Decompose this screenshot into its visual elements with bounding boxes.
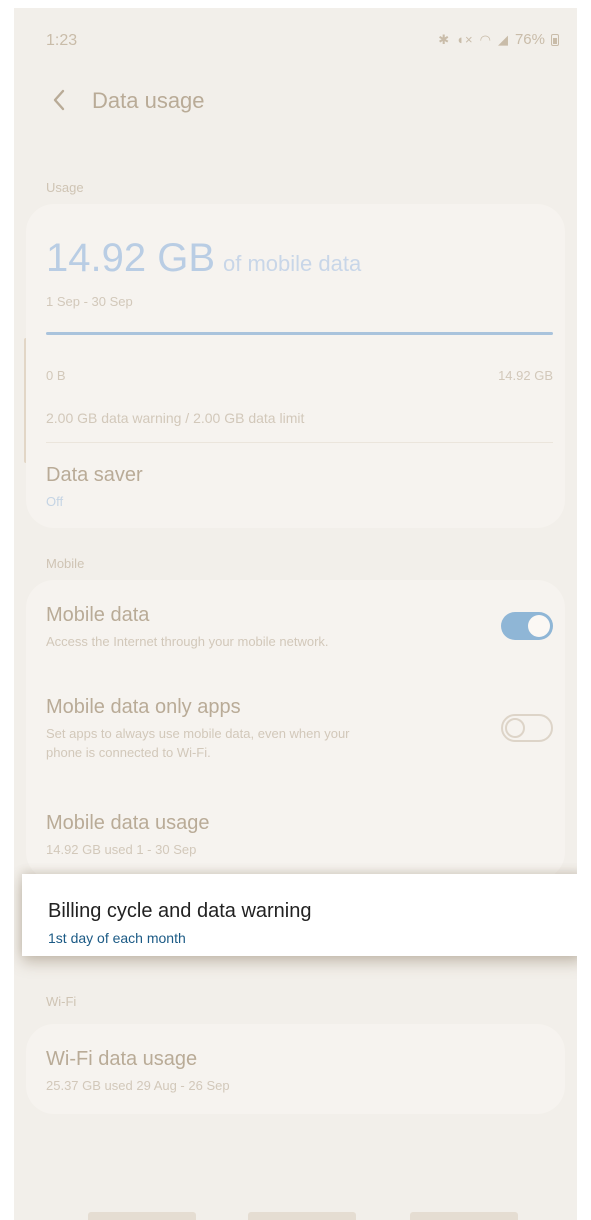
mobile-data-only-apps-row[interactable]: Mobile data only apps Set apps to always… xyxy=(26,674,565,784)
page-title: Data usage xyxy=(92,88,205,113)
data-warning-text: 2.00 GB data warning / 2.00 GB data limi… xyxy=(46,410,305,426)
phone-screen: 1:23 ✱ ◖× ◠ ◢ 76% Data usage Usage 14.92… xyxy=(14,8,577,1220)
toggle-knob xyxy=(505,718,525,738)
usage-progress-fill xyxy=(46,332,553,335)
mobile-card: Mobile data Access the Internet through … xyxy=(26,580,565,880)
recent-apps-button[interactable] xyxy=(88,1212,196,1220)
wifi-card: Wi-Fi data usage 25.37 GB used 29 Aug - … xyxy=(26,1024,565,1114)
navigation-bar xyxy=(14,1206,577,1220)
signal-icon: ◢ xyxy=(497,31,509,47)
bluetooth-icon: ✱ xyxy=(438,31,451,47)
data-saver-row[interactable]: Data saver Off xyxy=(26,448,565,520)
section-label-mobile: Mobile xyxy=(46,556,85,571)
data-saver-value: Off xyxy=(46,494,64,509)
billing-cycle-row[interactable]: Billing cycle and data warning 1st day o… xyxy=(22,874,577,956)
section-label-usage: Usage xyxy=(46,180,84,195)
mobile-data-only-apps-subtitle-line1: Set apps to always use mobile data, even… xyxy=(46,726,350,741)
mobile-data-title: Mobile data xyxy=(46,604,150,626)
usage-card: 14.92 GB of mobile data 1 Sep - 30 Sep 0… xyxy=(26,204,565,528)
status-bar: 1:23 ✱ ◖× ◠ ◢ 76% xyxy=(14,28,577,52)
mobile-data-only-apps-toggle[interactable] xyxy=(501,714,553,742)
usage-amount: 14.92 GB xyxy=(46,236,216,280)
status-icons: ✱ ◖× ◠ ◢ 76% xyxy=(438,31,559,48)
battery-icon xyxy=(551,33,559,46)
back-arrow-icon[interactable] xyxy=(46,86,74,114)
mobile-data-row[interactable]: Mobile data Access the Internet through … xyxy=(26,580,565,674)
wifi-icon: ◠ xyxy=(479,31,492,47)
mute-icon: ◖× xyxy=(456,32,474,47)
billing-cycle-title: Billing cycle and data warning xyxy=(48,900,312,922)
divider xyxy=(46,442,553,443)
usage-progress-bar xyxy=(46,332,553,335)
wifi-data-usage-subtitle: 25.37 GB used 29 Aug - 26 Sep xyxy=(46,1078,230,1093)
mobile-data-usage-subtitle: 14.92 GB used 1 - 30 Sep xyxy=(46,842,197,857)
back-button[interactable] xyxy=(410,1212,518,1220)
usage-amount-unit: of mobile data xyxy=(223,251,362,276)
home-button[interactable] xyxy=(248,1212,356,1220)
mobile-data-usage-title: Mobile data usage xyxy=(46,812,210,834)
app-header: Data usage xyxy=(14,80,577,124)
billing-cycle-subtitle: 1st day of each month xyxy=(48,930,186,946)
wifi-data-usage-title: Wi-Fi data usage xyxy=(46,1048,198,1070)
usage-summary: 14.92 GB of mobile data xyxy=(46,236,361,281)
mobile-data-usage-row[interactable]: Mobile data usage 14.92 GB used 1 - 30 S… xyxy=(26,784,565,878)
mobile-data-only-apps-subtitle-line2: phone is connected to Wi-Fi. xyxy=(46,745,211,760)
wifi-data-usage-row[interactable]: Wi-Fi data usage 25.37 GB used 29 Aug - … xyxy=(26,1024,565,1114)
section-label-wifi: Wi-Fi xyxy=(46,994,77,1009)
data-saver-title: Data saver xyxy=(46,464,143,486)
usage-period: 1 Sep - 30 Sep xyxy=(46,294,133,309)
toggle-knob xyxy=(528,615,550,637)
status-time: 1:23 xyxy=(46,32,78,49)
usage-bar-max: 14.92 GB xyxy=(498,368,553,383)
battery-percent: 76% xyxy=(514,31,545,48)
mobile-data-subtitle: Access the Internet through your mobile … xyxy=(46,634,329,649)
mobile-data-only-apps-title: Mobile data only apps xyxy=(46,696,241,718)
mobile-data-toggle[interactable] xyxy=(501,612,553,640)
usage-bar-min: 0 B xyxy=(46,368,66,383)
